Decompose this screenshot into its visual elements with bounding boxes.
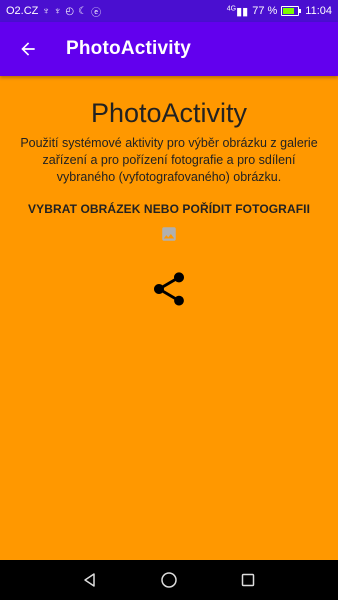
share-button[interactable] <box>149 269 189 309</box>
back-button[interactable] <box>8 29 48 69</box>
recents-square-icon <box>242 573 255 587</box>
clock-time: 11:04 <box>305 5 332 17</box>
home-circle-icon <box>161 572 177 588</box>
usb-icon: ♆ <box>42 5 50 17</box>
battery-icon <box>281 6 302 16</box>
image-preview[interactable] <box>160 225 178 243</box>
nav-recents-button[interactable] <box>237 569 259 591</box>
signal-icon: 4G▮▮ <box>226 4 249 18</box>
share-icon <box>154 272 184 306</box>
navigation-bar <box>0 560 338 600</box>
arrow-back-icon <box>21 42 35 56</box>
nav-home-button[interactable] <box>158 569 180 591</box>
main-content: PhotoActivity Použití systémové aktivity… <box>0 76 338 309</box>
screen: O2.CZ ♆ ♆ ◴ ☾ ⓔ 4G▮▮ 77 % 11:04 PhotoAct… <box>0 0 338 600</box>
app-bar-title: PhotoActivity <box>66 38 192 59</box>
image-icon <box>162 227 176 241</box>
moon-icon: ☾ <box>78 5 88 17</box>
carrier-name: O2.CZ <box>6 5 39 17</box>
status-bar: O2.CZ ♆ ♆ ◴ ☾ ⓔ 4G▮▮ 77 % 11:04 <box>0 0 338 22</box>
description-text: Použití systémové aktivity pro výběr obr… <box>20 136 318 184</box>
status-right: 4G▮▮ 77 % 11:04 <box>227 5 332 18</box>
battery-percent: 77 % <box>252 5 278 17</box>
sync-icon: ◴ <box>65 5 75 17</box>
status-left: O2.CZ ♆ ♆ ◴ ☾ ⓔ <box>6 4 101 19</box>
nav-back-button[interactable] <box>79 569 101 591</box>
app-bar: PhotoActivity <box>0 22 338 76</box>
nfc-icon: ⓔ <box>91 7 102 19</box>
pick-image-button[interactable]: VYBRAT OBRÁZEK NEBO POŘÍDIT FOTOGRAFII <box>28 202 310 216</box>
page-title: PhotoActivity <box>90 98 248 128</box>
network-type: 4G <box>226 4 237 12</box>
usb-icon: ♆ <box>53 5 62 17</box>
back-triangle-icon <box>83 573 95 587</box>
